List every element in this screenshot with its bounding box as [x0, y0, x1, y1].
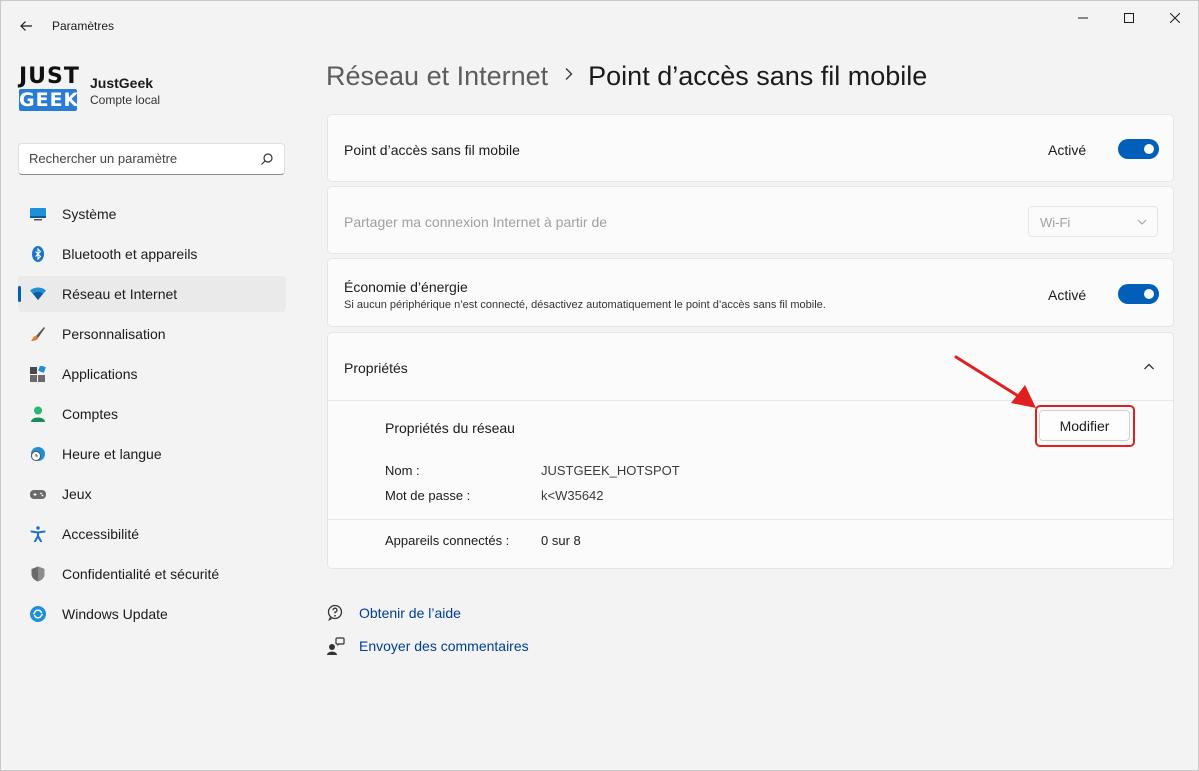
- share-dropdown-value: Wi-Fi: [1040, 215, 1071, 230]
- sidebar-item-label: Confidentialité et sécurité: [62, 566, 220, 582]
- share-title: Partager ma connexion Internet à partir …: [344, 214, 608, 230]
- person-icon: [31, 406, 45, 422]
- help-link[interactable]: Obtenir de l’aide: [327, 604, 461, 622]
- app-title: Paramètres: [52, 19, 115, 33]
- connected-devices-value: 0 sur 8: [541, 533, 581, 548]
- accessibility-icon: [30, 526, 46, 542]
- wifi-icon: [30, 287, 46, 300]
- divider: [328, 519, 1173, 520]
- highlight-annotation: [1035, 405, 1135, 447]
- power-saving-toggle[interactable]: [1118, 284, 1159, 304]
- sidebar-item-label: Système: [62, 206, 117, 222]
- minimize-button[interactable]: [1061, 7, 1105, 29]
- share-card: Partager ma connexion Internet à partir …: [327, 186, 1174, 254]
- search-icon: [261, 153, 273, 165]
- hotspot-title: Point d’accès sans fil mobile: [344, 142, 520, 158]
- sidebar-item-label: Comptes: [62, 406, 119, 422]
- help-link-text[interactable]: Obtenir de l’aide: [359, 605, 461, 621]
- sidebar-item-windows-update[interactable]: Windows Update: [18, 596, 286, 632]
- feedback-link[interactable]: Envoyer des commentaires: [327, 637, 529, 655]
- hotspot-toggle[interactable]: [1118, 139, 1159, 159]
- sidebar-item-label: Accessibilité: [62, 526, 140, 542]
- close-icon: [1170, 13, 1180, 23]
- avatar[interactable]: JUST GEEK: [19, 64, 80, 120]
- feedback-icon: [327, 637, 345, 655]
- brush-icon: [31, 327, 45, 341]
- sidebar-item-personalization[interactable]: Personnalisation: [18, 316, 286, 352]
- globe-clock-icon: [31, 447, 45, 461]
- sidebar-item-label: Bluetooth et appareils: [62, 246, 198, 262]
- hotspot-state: Activé: [1048, 142, 1087, 158]
- power-saving-state: Activé: [1048, 287, 1087, 303]
- profile-name: JustGeek: [90, 75, 154, 91]
- chevron-up-icon[interactable]: [1143, 361, 1155, 373]
- power-saving-card: Économie d’énergie Si aucun périphérique…: [327, 258, 1174, 327]
- sidebar-item-label: Applications: [62, 366, 138, 382]
- update-icon: [30, 606, 46, 622]
- connected-devices-label: Appareils connectés :: [385, 533, 510, 548]
- annotation-arrow-icon: [954, 355, 1036, 408]
- sidebar-item-system[interactable]: Système: [18, 196, 286, 232]
- toggle-knob: [1144, 144, 1154, 154]
- bluetooth-icon: [32, 246, 44, 262]
- logo-text-bottom: GEEK: [19, 89, 80, 111]
- title-bar: Paramètres: [1, 1, 1198, 47]
- power-saving-description: Si aucun périphérique n’est connecté, dé…: [344, 299, 826, 311]
- sidebar-item-accessibility[interactable]: Accessibilité: [18, 516, 286, 552]
- breadcrumb: Réseau et Internet Point d’accès sans fil…: [326, 61, 927, 92]
- name-value: JUSTGEEK_HOTSPOT: [541, 463, 680, 478]
- minimize-icon: [1078, 17, 1088, 19]
- password-label: Mot de passe :: [385, 488, 471, 503]
- properties-card: Propriétés Propriétés du réseau Modifier…: [327, 332, 1174, 569]
- close-button[interactable]: [1153, 7, 1197, 29]
- password-value: k<W35642: [541, 488, 604, 503]
- feedback-link-text[interactable]: Envoyer des commentaires: [359, 638, 529, 654]
- shield-icon: [31, 566, 45, 582]
- divider: [328, 400, 1173, 401]
- gamepad-icon: [30, 490, 46, 499]
- search-box[interactable]: [18, 143, 285, 175]
- sidebar-item-label: Personnalisation: [62, 326, 166, 342]
- help-chat-icon: [327, 604, 343, 621]
- share-dropdown[interactable]: Wi-Fi: [1028, 206, 1158, 237]
- maximize-icon: [1124, 13, 1134, 23]
- chevron-down-icon: [1137, 219, 1147, 225]
- profile-account-type: Compte local: [90, 93, 161, 107]
- sidebar-item-label: Heure et langue: [62, 446, 162, 462]
- network-properties-label: Propriétés du réseau: [385, 420, 515, 436]
- page-title: Point d’accès sans fil mobile: [588, 61, 928, 91]
- sidebar-item-time-language[interactable]: Heure et langue: [18, 436, 286, 472]
- name-label: Nom :: [385, 463, 420, 478]
- sidebar-item-gaming[interactable]: Jeux: [18, 476, 286, 512]
- sidebar-item-label: Réseau et Internet: [62, 286, 178, 302]
- sidebar-nav: Système Bluetooth et appareils Réseau et…: [18, 196, 286, 636]
- breadcrumb-parent[interactable]: Réseau et Internet: [326, 61, 548, 91]
- sidebar-item-privacy[interactable]: Confidentialité et sécurité: [18, 556, 286, 592]
- hotspot-card: Point d’accès sans fil mobile Activé: [327, 114, 1174, 182]
- monitor-icon: [30, 208, 46, 221]
- chevron-right-icon: [564, 65, 574, 86]
- back-button[interactable]: [13, 13, 39, 39]
- arrow-left-icon: [20, 21, 32, 31]
- search-input[interactable]: [29, 151, 249, 166]
- sidebar-item-label: Jeux: [62, 486, 92, 502]
- logo-text-top: JUST: [19, 64, 80, 89]
- apps-icon: [30, 366, 46, 382]
- power-saving-title: Économie d’énergie: [344, 279, 468, 295]
- properties-title: Propriétés: [344, 360, 408, 376]
- toggle-knob: [1144, 289, 1154, 299]
- settings-window: Paramètres JUST GEEK JustGeek Compte loc…: [0, 0, 1199, 771]
- maximize-button[interactable]: [1107, 7, 1151, 29]
- sidebar-item-accounts[interactable]: Comptes: [18, 396, 286, 432]
- sidebar-item-label: Windows Update: [62, 606, 168, 622]
- sidebar-item-network[interactable]: Réseau et Internet: [18, 276, 286, 312]
- sidebar-item-bluetooth[interactable]: Bluetooth et appareils: [18, 236, 286, 272]
- sidebar-item-apps[interactable]: Applications: [18, 356, 286, 392]
